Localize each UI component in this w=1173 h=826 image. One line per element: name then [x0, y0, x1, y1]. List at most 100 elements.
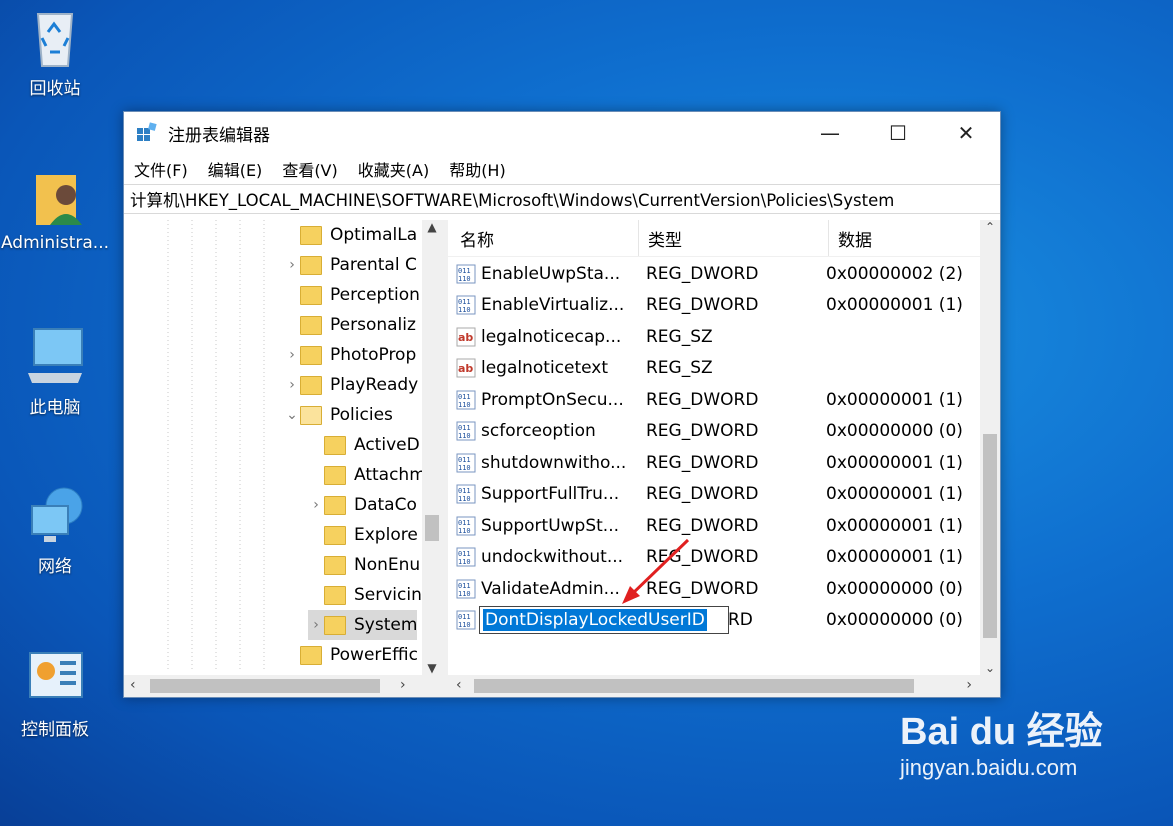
- svg-text:ab: ab: [458, 331, 473, 344]
- tree-item[interactable]: › PlayReady: [284, 370, 418, 400]
- value-type: REG_SZ: [646, 358, 713, 378]
- svg-text:011: 011: [458, 424, 471, 432]
- tree-item-label: OptimalLa: [330, 225, 418, 245]
- scroll-left-icon[interactable]: ‹: [456, 677, 462, 693]
- menu-view[interactable]: 查看(V): [282, 157, 337, 181]
- tree-item[interactable]: ActiveD: [308, 430, 420, 460]
- tree-item[interactable]: OptimalLa: [284, 220, 417, 250]
- desktop-icon-label: 控制面板: [21, 720, 89, 740]
- expand-icon[interactable]: ›: [284, 347, 300, 363]
- dword-icon: 011 110: [456, 453, 481, 473]
- svg-text:011: 011: [458, 267, 471, 275]
- svg-text:110: 110: [458, 590, 471, 598]
- address-bar[interactable]: 计算机\HKEY_LOCAL_MACHINE\SOFTWARE\Microsof…: [124, 184, 1000, 214]
- tree-item[interactable]: Personaliz: [284, 310, 416, 340]
- tree-item[interactable]: ⌄ Policies: [284, 400, 393, 430]
- svg-text:011: 011: [458, 487, 471, 495]
- tree-item[interactable]: PowerEffic: [284, 640, 418, 670]
- scroll-down-icon[interactable]: ▼: [422, 661, 442, 675]
- scroll-left-icon[interactable]: ‹: [130, 677, 136, 693]
- rename-input[interactable]: DontDisplayLockedUserID: [479, 606, 729, 634]
- menu-file[interactable]: 文件(F): [134, 157, 188, 181]
- folder-icon: [324, 585, 346, 605]
- dword-icon: 011 110: [456, 295, 481, 315]
- regedit-app-icon: [137, 122, 157, 141]
- menu-edit[interactable]: 编辑(E): [208, 157, 263, 181]
- scroll-right-icon[interactable]: ›: [400, 677, 406, 693]
- value-name: EnableVirtualiz...: [481, 295, 625, 315]
- scroll-down-icon[interactable]: ⌄: [980, 661, 1000, 675]
- maximize-button[interactable]: ☐: [864, 112, 932, 154]
- expand-icon[interactable]: ›: [308, 497, 324, 513]
- expand-icon[interactable]: ›: [284, 377, 300, 393]
- svg-text:011: 011: [458, 550, 471, 558]
- tree-item[interactable]: › DataCo: [308, 490, 417, 520]
- value-type: REG_DWORD: [646, 295, 759, 315]
- value-name: shutdownwitho...: [481, 452, 627, 473]
- list-horizontal-scrollbar[interactable]: ‹ ›: [448, 675, 1000, 697]
- tree-horizontal-scrollbar[interactable]: ‹ ›: [124, 675, 442, 697]
- scroll-thumb[interactable]: [425, 515, 439, 541]
- tree-item[interactable]: › PhotoProp: [284, 340, 416, 370]
- tree-item[interactable]: Perception: [284, 280, 420, 310]
- list-row[interactable]: 011 110 shutdownwitho... REG_DWORD 0x0000000…: [448, 447, 963, 478]
- list-row[interactable]: 011 110 SupportFullTru... REG_DWORD 0x000000…: [448, 479, 963, 510]
- tree-item[interactable]: Servicin: [308, 580, 422, 610]
- svg-text:110: 110: [458, 621, 471, 629]
- value-data: 0x00000001 (1): [826, 295, 963, 315]
- folder-open-icon: [300, 405, 322, 425]
- list-row[interactable]: ab legalnoticetext REG_SZ: [448, 353, 826, 384]
- string-icon: ab: [456, 358, 481, 378]
- menu-help[interactable]: 帮助(H): [449, 157, 506, 181]
- tree-item[interactable]: Explore: [308, 520, 418, 550]
- tree-item-label: DataCo: [354, 495, 417, 515]
- list-header: 名称 类型 数据: [448, 220, 1000, 257]
- list-row[interactable]: 011 110 scforceoption REG_DWORD 0x00000000 (…: [448, 416, 963, 447]
- tree-item-selected[interactable]: › System: [308, 610, 418, 640]
- desktop-icon-control-panel[interactable]: 控制面板: [0, 647, 110, 740]
- title-bar[interactable]: 注册表编辑器 — ☐ ✕: [124, 112, 1000, 154]
- value-type: REG_DWORD: [646, 421, 759, 441]
- string-icon: ab: [456, 327, 481, 347]
- tree-item[interactable]: › Parental C: [284, 250, 417, 280]
- this-pc-icon: [20, 325, 90, 387]
- list-row[interactable]: 011 110 PromptOnSecu... REG_DWORD 0x00000001…: [448, 384, 963, 415]
- list-row[interactable]: 011 110 EnableUwpSta... REG_DWORD 0x00000002…: [448, 258, 963, 289]
- scroll-right-icon[interactable]: ›: [966, 677, 972, 693]
- scroll-up-icon[interactable]: ▲: [422, 220, 442, 240]
- collapse-icon[interactable]: ⌄: [284, 407, 300, 423]
- list-vertical-scrollbar[interactable]: ⌃ ⌄: [980, 220, 1000, 675]
- minimize-button[interactable]: —: [796, 112, 864, 154]
- menu-favorites[interactable]: 收藏夹(A): [358, 157, 429, 181]
- desktop-icon-this-pc[interactable]: 此电脑: [0, 325, 110, 418]
- value-name: ValidateAdmin...: [481, 578, 620, 599]
- desktop-icon-recycle-bin[interactable]: 回收站: [0, 6, 110, 99]
- value-type: REG_DWORD: [646, 263, 759, 284]
- value-data: 0x00000001 (1): [826, 452, 963, 473]
- close-button[interactable]: ✕: [932, 112, 1000, 154]
- expand-icon[interactable]: ›: [284, 257, 300, 273]
- network-icon: [20, 484, 90, 546]
- scroll-thumb[interactable]: [983, 434, 997, 638]
- tree-item[interactable]: Attachm: [308, 460, 426, 490]
- value-data: 0x00000001 (1): [826, 389, 963, 410]
- scroll-up-icon[interactable]: ⌃: [980, 220, 1000, 240]
- scroll-thumb[interactable]: [474, 679, 914, 693]
- list-row[interactable]: 011 110 EnableVirtualiz... REG_DWORD 0x00000…: [448, 290, 963, 321]
- value-data: 0x00000000 (0): [826, 421, 963, 441]
- list-row[interactable]: ab legalnoticecap... REG_SZ: [448, 321, 826, 352]
- desktop-icon-network[interactable]: 网络: [0, 484, 110, 577]
- rename-input-text[interactable]: DontDisplayLockedUserID: [483, 609, 707, 631]
- tree-vertical-scrollbar[interactable]: ▲ ▼: [422, 220, 442, 675]
- folder-icon: [324, 495, 346, 515]
- column-header-type[interactable]: 类型: [639, 220, 829, 256]
- svg-text:110: 110: [458, 527, 471, 535]
- desktop-icon-label: 网络: [38, 557, 72, 577]
- tree-item[interactable]: NonEnu: [308, 550, 420, 580]
- column-header-name[interactable]: 名称: [448, 220, 639, 256]
- column-header-data[interactable]: 数据: [829, 220, 872, 256]
- value-name: EnableUwpSta...: [481, 263, 621, 284]
- scroll-thumb[interactable]: [150, 679, 380, 693]
- desktop-icon-administrator[interactable]: Administra...: [0, 165, 110, 253]
- expand-icon[interactable]: ›: [308, 617, 324, 633]
